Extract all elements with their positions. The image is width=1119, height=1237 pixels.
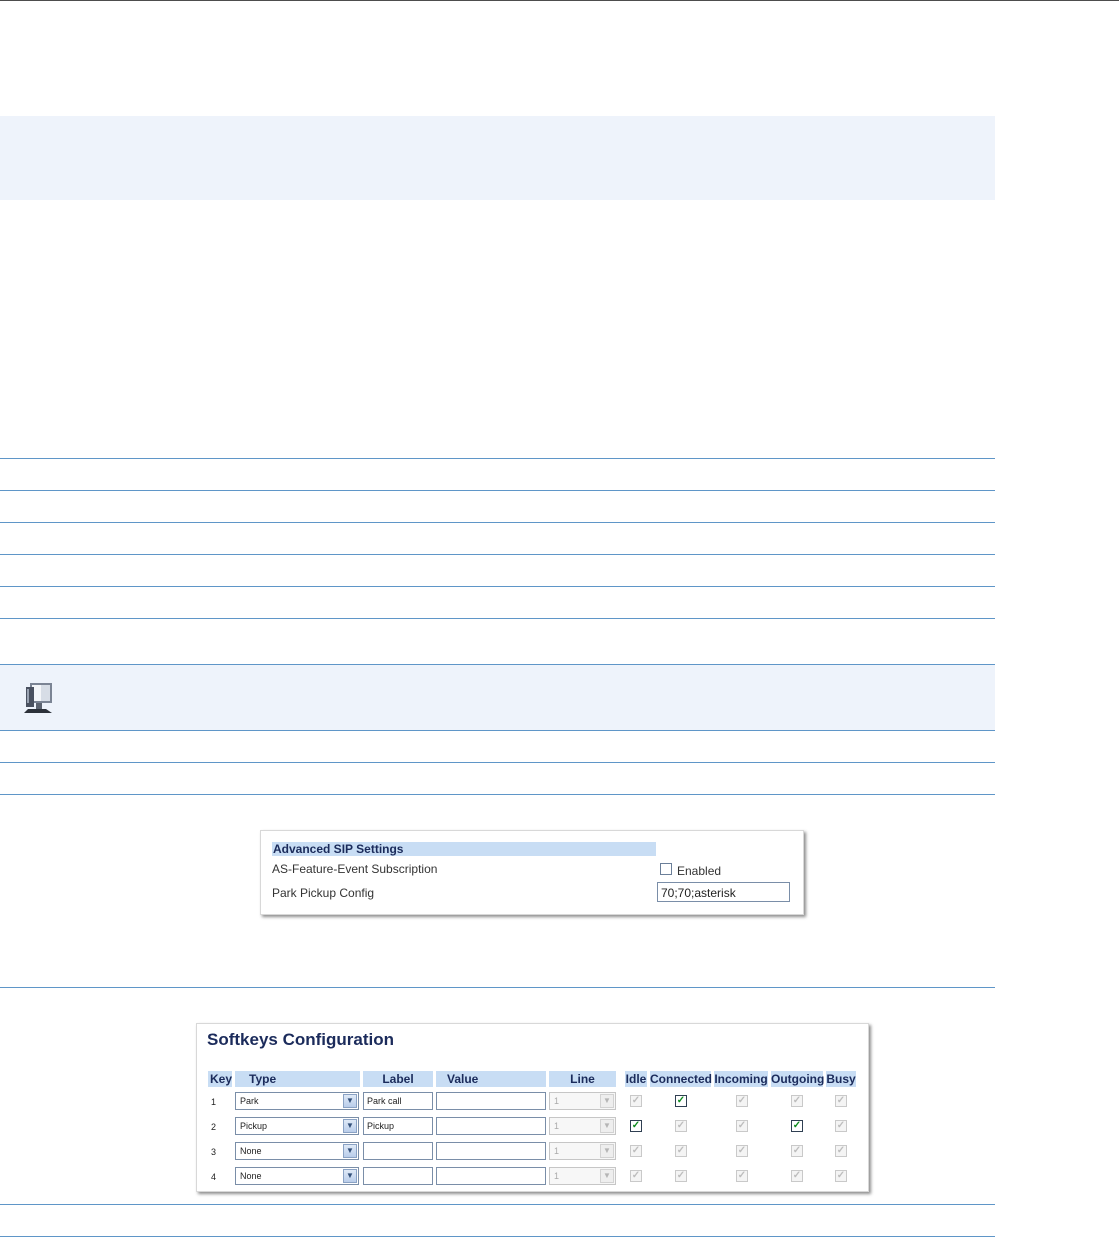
as-feature-event-label: AS-Feature-Event Subscription xyxy=(272,862,438,876)
outgoing-checkbox: ✓ xyxy=(791,1170,803,1182)
table-rule xyxy=(0,554,995,555)
table-rule xyxy=(0,458,995,459)
softkey-label-input[interactable] xyxy=(363,1142,433,1160)
key-number: 3 xyxy=(211,1147,217,1157)
outgoing-checkbox: ✓ xyxy=(791,1095,803,1107)
incoming-checkbox: ✓ xyxy=(736,1170,748,1182)
table-rule xyxy=(0,987,995,988)
key-number: 1 xyxy=(211,1097,217,1107)
sip-settings-header: Advanced SIP Settings xyxy=(272,842,656,856)
table-rule xyxy=(0,618,995,619)
chevron-down-icon: ▼ xyxy=(600,1094,614,1108)
softkey-type-select[interactable]: None ▼ xyxy=(235,1167,359,1185)
col-busy: Busy xyxy=(826,1071,856,1087)
softkeys-title: Softkeys Configuration xyxy=(207,1030,395,1049)
advanced-sip-settings-panel: Advanced SIP Settings AS-Feature-Event S… xyxy=(260,830,804,915)
softkey-type-select[interactable]: Park ▼ xyxy=(235,1092,359,1110)
softkey-label-input[interactable]: Park call xyxy=(363,1092,433,1110)
chevron-down-icon: ▼ xyxy=(343,1119,357,1133)
col-key: Key xyxy=(208,1071,233,1087)
softkey-type-select[interactable]: None ▼ xyxy=(235,1142,359,1160)
chevron-down-icon: ▼ xyxy=(600,1119,614,1133)
busy-checkbox: ✓ xyxy=(835,1120,847,1132)
softkey-value-input[interactable] xyxy=(436,1142,546,1160)
table-rule xyxy=(0,664,995,665)
chevron-down-icon: ▼ xyxy=(343,1169,357,1183)
softkey-value-input[interactable] xyxy=(436,1167,546,1185)
col-incoming: Incoming xyxy=(714,1071,768,1087)
computer-icon xyxy=(22,681,56,715)
connected-checkbox[interactable]: ✓ xyxy=(675,1095,687,1107)
park-pickup-config-input[interactable]: 70;70;asterisk xyxy=(657,882,790,902)
outgoing-checkbox[interactable]: ✓ xyxy=(791,1120,803,1132)
busy-checkbox: ✓ xyxy=(835,1095,847,1107)
connected-checkbox: ✓ xyxy=(675,1170,687,1182)
col-connected: Connected xyxy=(650,1071,713,1087)
key-number: 4 xyxy=(211,1172,217,1182)
col-idle: Idle xyxy=(625,1071,647,1087)
incoming-checkbox: ✓ xyxy=(736,1145,748,1157)
table-rule xyxy=(0,490,995,491)
softkey-label-input[interactable]: Pickup xyxy=(363,1117,433,1135)
top-divider xyxy=(0,0,1119,1)
busy-checkbox: ✓ xyxy=(835,1170,847,1182)
softkey-value-input[interactable] xyxy=(436,1117,546,1135)
busy-checkbox: ✓ xyxy=(835,1145,847,1157)
col-label: Label xyxy=(363,1071,433,1087)
chevron-down-icon: ▼ xyxy=(600,1169,614,1183)
table-rule xyxy=(0,522,995,523)
table-rule xyxy=(0,586,995,587)
col-type: Type xyxy=(235,1071,360,1087)
softkey-value-input[interactable] xyxy=(436,1092,546,1110)
softkey-line-select: 1 ▼ xyxy=(549,1092,616,1110)
incoming-checkbox: ✓ xyxy=(736,1095,748,1107)
as-feature-event-checkbox[interactable] xyxy=(660,863,672,875)
col-value: Value xyxy=(436,1071,546,1087)
table-rule xyxy=(0,1204,995,1205)
softkey-label-input[interactable] xyxy=(363,1167,433,1185)
idle-checkbox: ✓ xyxy=(630,1145,642,1157)
softkey-type-select[interactable]: Pickup ▼ xyxy=(235,1117,359,1135)
chevron-down-icon: ▼ xyxy=(343,1094,357,1108)
softkey-line-select: 1 ▼ xyxy=(549,1142,616,1160)
outgoing-checkbox: ✓ xyxy=(791,1145,803,1157)
softkeys-configuration-panel: Softkeys Configuration Key Type Label Va… xyxy=(196,1023,869,1192)
key-number: 2 xyxy=(211,1122,217,1132)
softkey-line-select: 1 ▼ xyxy=(549,1167,616,1185)
table-rule xyxy=(0,762,995,763)
idle-checkbox: ✓ xyxy=(630,1170,642,1182)
idle-checkbox[interactable]: ✓ xyxy=(630,1120,642,1132)
note-box xyxy=(0,116,995,200)
table-rule xyxy=(0,730,995,731)
chevron-down-icon: ▼ xyxy=(600,1144,614,1158)
web-ui-section-row xyxy=(0,665,995,730)
enabled-label: Enabled xyxy=(677,864,722,878)
chevron-down-icon: ▼ xyxy=(343,1144,357,1158)
idle-checkbox: ✓ xyxy=(630,1095,642,1107)
softkey-line-select: 1 ▼ xyxy=(549,1117,616,1135)
park-pickup-config-label: Park Pickup Config xyxy=(272,886,375,900)
col-outgoing: Outgoing xyxy=(771,1071,825,1087)
connected-checkbox: ✓ xyxy=(675,1120,687,1132)
table-rule xyxy=(0,794,995,795)
connected-checkbox: ✓ xyxy=(675,1145,687,1157)
col-line: Line xyxy=(549,1071,616,1087)
incoming-checkbox: ✓ xyxy=(736,1120,748,1132)
